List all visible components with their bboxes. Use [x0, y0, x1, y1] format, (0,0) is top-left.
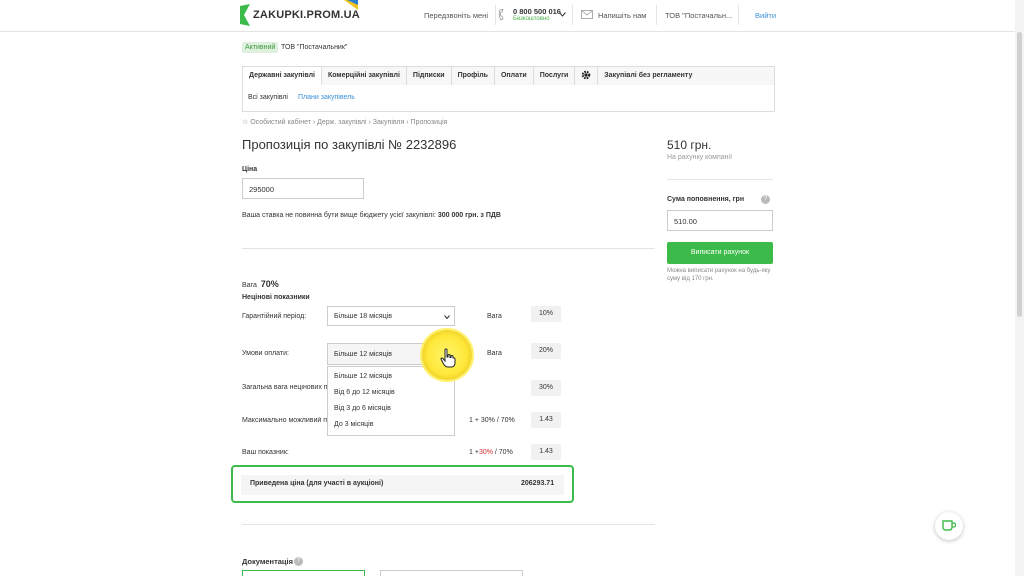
warranty-weight-label: Вага	[487, 313, 502, 320]
phone-icon	[498, 9, 504, 21]
callback-link[interactable]: Передзвоніть мені	[424, 11, 488, 20]
dropdown-option[interactable]: До 3 місяців	[334, 421, 373, 428]
price-input[interactable]: 295000	[242, 178, 364, 199]
phone-free-label: Безкоштовно	[513, 16, 550, 22]
tab-payments[interactable]: Оплати	[495, 67, 534, 85]
tab-profile[interactable]: Профіль	[452, 67, 495, 85]
warranty-select[interactable]: Більше 18 місяців	[327, 306, 455, 326]
payment-weight: 20%	[531, 343, 561, 359]
subnav-all-procurements[interactable]: Всі закупівлі	[248, 94, 288, 101]
total-weight-label: Загальна вага нецінових п	[242, 384, 327, 391]
total-weight: 30%	[531, 380, 561, 396]
max-formula: 1 + 30% / 70%	[469, 417, 515, 424]
logo-flag-icon	[344, 0, 358, 10]
tab-commercial-procurement[interactable]: Комерційні закупівлі	[322, 67, 407, 85]
write-us-link[interactable]: Напишіть нам	[598, 11, 646, 20]
budget-note: Ваша ставка не повинна бути вище бюджету…	[242, 212, 501, 219]
subnav-procurement-plans[interactable]: Плани закупівель	[298, 94, 355, 101]
sub-navigation: Всі закупівлі Плани закупівель	[242, 85, 775, 112]
gear-icon	[581, 70, 591, 80]
documents-label: Документація	[242, 557, 294, 566]
account-menu[interactable]: ТОВ "Постачальн...	[665, 11, 732, 20]
chat-button[interactable]	[935, 512, 963, 540]
top-header: ZAKUPKI.PROM.UA Передзвоніть мені 0 800 …	[0, 0, 1024, 32]
tab-state-procurement[interactable]: Державні закупівлі	[243, 67, 322, 85]
max-indicator-label: Максимально можливий п	[242, 417, 327, 424]
warranty-weight: 10%	[531, 306, 561, 322]
price-label: Ціна	[242, 166, 258, 173]
invoice-note: Можна виписати рахунок на будь-яку суму …	[667, 268, 771, 282]
result-highlight	[231, 465, 574, 503]
payment-weight-label: Вага	[487, 350, 502, 357]
warranty-label: Гарантійний період:	[242, 313, 307, 320]
phone-number[interactable]: 0 800 500 016	[513, 7, 561, 16]
logo-icon[interactable]	[240, 4, 252, 26]
page-title: Пропозиція по закупівлі № 2232896	[242, 137, 457, 152]
price-weight: Вага 70%	[242, 279, 279, 289]
tab-settings[interactable]	[575, 67, 599, 85]
main-tabs: Державні закупівлі Комерційні закупівлі …	[242, 66, 775, 86]
your-indicator: 1.43	[531, 444, 561, 460]
chevron-down-icon	[444, 315, 450, 319]
your-formula: 1 +30% / 70%	[469, 449, 513, 456]
topup-amount-input[interactable]: 510.00	[667, 210, 773, 231]
tab-non-regulated[interactable]: Закупівлі без регламенту	[598, 67, 698, 85]
dropdown-option[interactable]: Від 6 до 12 місяців	[334, 389, 395, 396]
upload-button[interactable]	[242, 570, 365, 576]
nonprice-title: Нецінові показники	[242, 294, 310, 301]
hand-cursor-icon	[440, 348, 456, 368]
tab-services[interactable]: Послуги	[534, 67, 576, 85]
document-field[interactable]	[380, 570, 523, 576]
issue-invoice-button[interactable]: Виписати рахунок	[667, 242, 773, 264]
payment-label: Умови оплати:	[242, 350, 289, 357]
balance-caption: На рахунку компанії	[667, 154, 733, 161]
balance-amount: 510 грн.	[667, 138, 712, 152]
tab-subscriptions[interactable]: Підписки	[407, 67, 452, 85]
your-indicator-label: Ваш показник:	[242, 449, 289, 456]
dropdown-option[interactable]: Від 3 до 6 місяців	[334, 405, 391, 412]
company-name: ТОВ "Постачальник"	[281, 44, 348, 51]
topup-label: Сума поповнення, грн	[667, 196, 745, 203]
help-icon[interactable]: ?	[294, 557, 303, 566]
breadcrumb[interactable]: ☆ Особистий кабінет › Держ. закупівлі › …	[242, 118, 447, 126]
max-indicator: 1.43	[531, 412, 561, 428]
scrollbar-thumb[interactable]	[1017, 32, 1022, 317]
dropdown-option[interactable]: Більше 12 місяців	[334, 373, 392, 380]
chevron-down-icon[interactable]	[559, 12, 566, 17]
help-icon[interactable]: ?	[761, 195, 770, 204]
status-badge: Активний	[242, 42, 279, 53]
logout-link[interactable]: Вийти	[755, 11, 776, 20]
mail-icon	[581, 10, 593, 19]
cup-icon	[942, 520, 956, 531]
